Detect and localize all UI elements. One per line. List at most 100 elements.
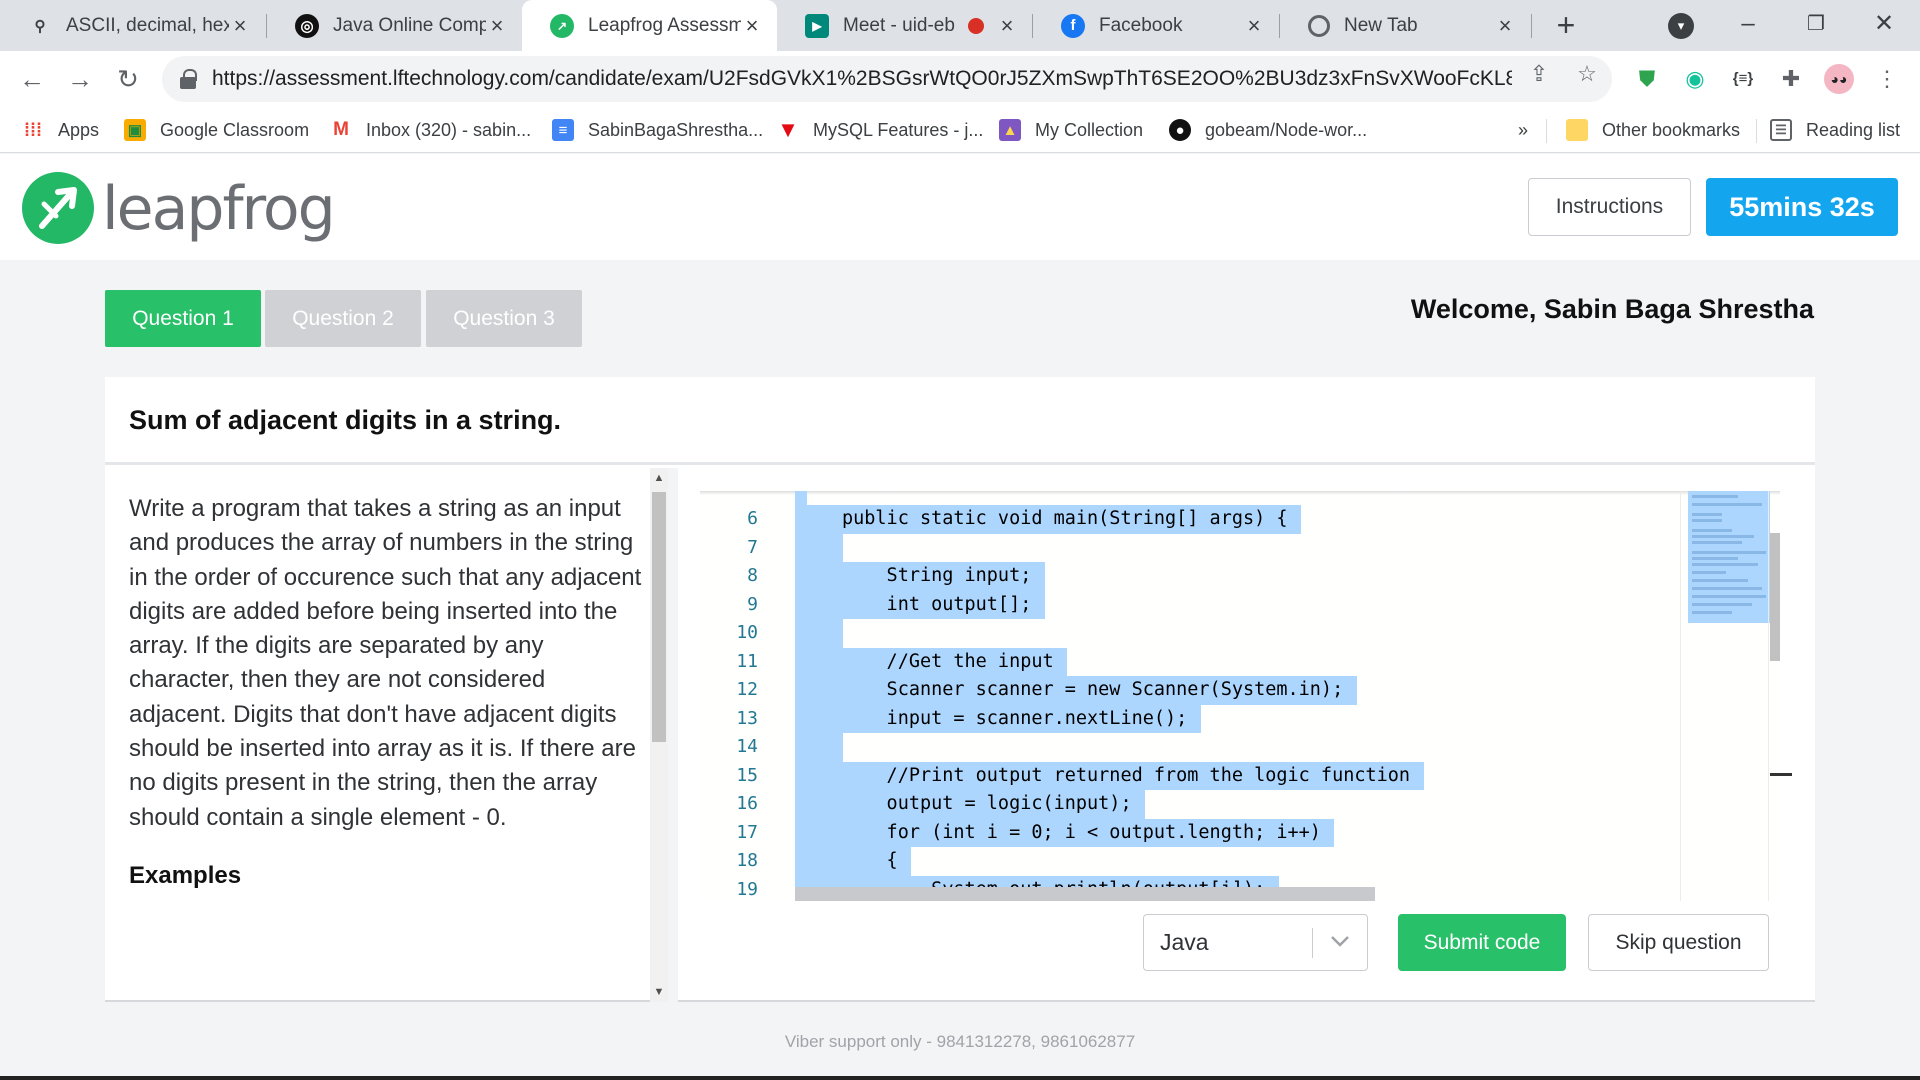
browser-tab-strip: ⚲ ASCII, decimal, hexa × ◎ Java Online C… xyxy=(0,0,1920,51)
code-line[interactable]: //Print output returned from the logic f… xyxy=(842,762,1411,791)
address-bar[interactable]: https://assessment.lftechnology.com/cand… xyxy=(162,56,1612,102)
tab-question-1[interactable]: Question 1 xyxy=(105,290,261,347)
close-icon[interactable]: × xyxy=(996,13,1018,39)
new-tab-button[interactable]: + xyxy=(1548,6,1584,44)
close-icon[interactable]: × xyxy=(1494,13,1516,39)
editor-top-shadow xyxy=(700,491,1780,495)
browser-tab-java-compiler[interactable]: ◎ Java Online Compile × xyxy=(267,0,522,51)
reload-icon[interactable]: ↻ xyxy=(110,60,146,98)
minimap-line xyxy=(1692,495,1738,498)
chevron-down-icon[interactable] xyxy=(1313,934,1367,952)
browser-tab-leapfrog[interactable]: ↗ Leapfrog Assessmen × xyxy=(522,0,777,51)
site-header: leapfrog Instructions 55mins 32s xyxy=(0,154,1920,260)
instructions-button[interactable]: Instructions xyxy=(1528,178,1691,236)
bookmark-divider xyxy=(1546,119,1547,143)
grammarly-icon[interactable]: ◉ xyxy=(1680,64,1710,94)
submit-code-button[interactable]: Submit code xyxy=(1398,914,1566,971)
close-icon[interactable]: × xyxy=(1243,13,1265,39)
close-icon[interactable]: × xyxy=(741,13,763,39)
bookmark-star-icon[interactable]: ☆ xyxy=(1574,61,1600,87)
code-line[interactable]: public static void main(String[] args) { xyxy=(842,505,1288,534)
chrome-icon xyxy=(1308,14,1330,37)
bookmark-mysql[interactable]: ▼ MySQL Features - j... xyxy=(777,107,983,153)
selection-highlight xyxy=(795,619,843,648)
bookmark-apps[interactable]: ⁞⁞⁞ Apps xyxy=(22,107,99,153)
minimap-line xyxy=(1692,557,1738,560)
minimap-line xyxy=(1692,529,1732,532)
code-line[interactable]: for (int i = 0; i < output.length; i++) xyxy=(842,819,1321,848)
share-icon[interactable]: ⇪ xyxy=(1526,61,1552,87)
restore-icon[interactable]: ❐ xyxy=(1796,4,1836,44)
line-number: 13 xyxy=(736,707,758,729)
json-viewer-icon[interactable]: {≡} xyxy=(1728,64,1758,94)
minimap-line xyxy=(1692,587,1762,590)
overview-ruler-cursor xyxy=(1770,773,1792,776)
bookmark-inbox[interactable]: M Inbox (320) - sabin... xyxy=(330,107,531,153)
support-contact: Viber support only - 9841312278, 9861062… xyxy=(784,1032,1136,1051)
bookmark-google-classroom[interactable]: ▣ Google Classroom xyxy=(124,107,309,153)
minimize-icon[interactable]: – xyxy=(1728,4,1768,44)
pane-divider[interactable] xyxy=(668,468,678,1002)
code-line[interactable]: input = scanner.nextLine(); xyxy=(842,705,1188,734)
line-number: 8 xyxy=(747,565,758,586)
editor-minimap-border xyxy=(1680,491,1681,901)
tab-title: ASCII, decimal, hexa xyxy=(66,14,229,36)
reading-list[interactable]: ☰ Reading list xyxy=(1770,107,1900,153)
avatar[interactable]: ◕◕ xyxy=(1824,64,1854,94)
close-icon[interactable]: × xyxy=(229,13,251,39)
tab-question-2[interactable]: Question 2 xyxy=(265,290,421,347)
code-line[interactable]: { xyxy=(842,847,898,876)
back-arrow-icon[interactable]: ← xyxy=(14,60,50,98)
tab-question-3[interactable]: Question 3 xyxy=(426,290,582,347)
skip-question-button[interactable]: Skip question xyxy=(1588,914,1769,971)
browser-tab-new[interactable]: New Tab × xyxy=(1280,0,1530,51)
browser-tab-meet[interactable]: ▶ Meet - uid-ebp × xyxy=(777,0,1032,51)
forward-arrow-icon[interactable]: → xyxy=(62,60,98,98)
browser-tab-facebook[interactable]: f Facebook × xyxy=(1033,0,1279,51)
bookmark-docs[interactable]: ≡ SabinBagaShrestha... xyxy=(552,107,763,153)
description-scrollbar[interactable]: ▲ ▼ xyxy=(650,468,668,1002)
bookmarks-bar: ⁞⁞⁞ Apps ▣ Google Classroom M Inbox (320… xyxy=(0,107,1920,153)
code-line[interactable]: String input; xyxy=(842,562,1032,591)
bookmark-label: SabinBagaShrestha... xyxy=(588,119,764,140)
logo-wordmark[interactable]: leapfrog xyxy=(102,174,336,244)
classroom-icon: ▣ xyxy=(124,119,146,141)
minimap-line xyxy=(1692,571,1726,574)
window-close-icon[interactable]: ✕ xyxy=(1864,4,1904,44)
tab-title: Meet - uid-ebp xyxy=(843,14,956,36)
browser-tab-ascii[interactable]: ⚲ ASCII, decimal, hexa × xyxy=(0,0,265,51)
bookmark-my-collection[interactable]: ▲ My Collection xyxy=(999,107,1143,153)
adblock-shield-icon[interactable]: ⛊ xyxy=(1632,64,1662,94)
editor-horizontal-scrollbar[interactable] xyxy=(795,887,1375,901)
bookmark-label: gobeam/Node-wor... xyxy=(1205,119,1368,140)
other-bookmarks[interactable]: Other bookmarks xyxy=(1566,107,1740,153)
tab-search-icon[interactable]: ▾ xyxy=(1668,13,1694,39)
scrollbar-thumb[interactable] xyxy=(652,492,666,742)
leapfrog-logo-icon[interactable] xyxy=(22,172,94,244)
question-description: Write a program that takes a string as a… xyxy=(129,495,642,831)
scroll-down-arrow-icon[interactable]: ▼ xyxy=(650,986,668,998)
recording-icon xyxy=(968,17,984,34)
facebook-icon: f xyxy=(1061,13,1085,38)
editor-minimap[interactable] xyxy=(1688,491,1770,623)
code-editor[interactable]: 6 public static void main(String[] args) … xyxy=(700,491,1780,901)
minimap-line xyxy=(1692,551,1766,554)
bookmarks-overflow-button[interactable]: » xyxy=(1518,107,1528,153)
code-line[interactable]: Scanner scanner = new Scanner(System.in)… xyxy=(842,676,1344,705)
url-text[interactable]: https://assessment.lftechnology.com/cand… xyxy=(212,67,1512,91)
question-header: Sum of adjacent digits in a string. xyxy=(105,377,1815,465)
lock-icon[interactable] xyxy=(180,69,197,89)
language-select[interactable]: Java xyxy=(1143,914,1368,971)
mysql-icon: ▼ xyxy=(777,117,799,142)
code-line[interactable]: output = logic(input); xyxy=(842,790,1132,819)
minimap-line xyxy=(1692,611,1732,614)
extensions-puzzle-icon[interactable]: ✚ xyxy=(1776,64,1806,94)
code-line[interactable]: int output[]; xyxy=(842,591,1032,620)
chrome-menu-icon[interactable]: ⋮ xyxy=(1872,64,1902,94)
other-bookmarks-label: Other bookmarks xyxy=(1602,119,1741,140)
scroll-up-arrow-icon[interactable]: ▲ xyxy=(650,472,668,484)
close-icon[interactable]: × xyxy=(486,13,508,39)
code-line[interactable]: //Get the input xyxy=(842,648,1054,677)
editor-scrollbar-thumb[interactable] xyxy=(1770,533,1780,661)
bookmark-github[interactable]: ● gobeam/Node-wor... xyxy=(1169,107,1367,153)
